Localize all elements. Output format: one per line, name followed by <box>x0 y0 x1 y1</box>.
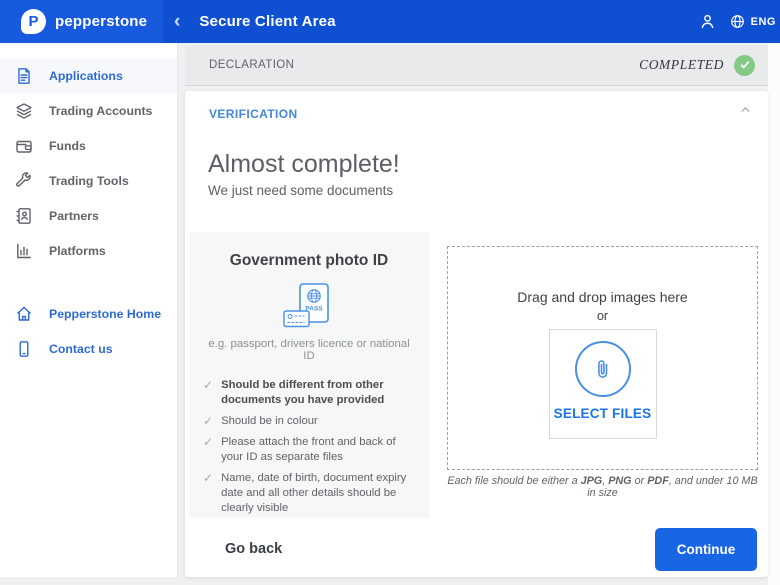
back-icon[interactable]: ‹ <box>170 10 184 33</box>
almost-complete-heading: Almost complete! <box>208 150 400 178</box>
check-icon: ✓ <box>203 471 214 485</box>
select-files-label: SELECT FILES <box>553 406 652 421</box>
chevron-up-icon <box>741 107 750 112</box>
verification-section: VERIFICATION Almost complete! We just ne… <box>185 91 768 577</box>
file-requirements-note: Each file should be either a JPG, PNG or… <box>447 475 758 499</box>
continue-button[interactable]: Continue <box>655 528 757 571</box>
account-button[interactable] <box>698 12 717 31</box>
pepperstone-logo-icon: P <box>21 9 46 34</box>
or-text: or <box>596 309 609 323</box>
requirement-item: ✓ Should be in colour <box>203 414 318 428</box>
header-title-group: ‹ Secure Client Area <box>170 0 336 43</box>
sidebar-item-label: Applications <box>49 68 123 83</box>
sidebar-item-label: Pepperstone Home <box>49 306 162 321</box>
collapse-section-button[interactable] <box>735 99 756 125</box>
declaration-title: DECLARATION <box>209 59 295 71</box>
sidebar-item-trading-tools[interactable]: Trading Tools <box>0 163 177 198</box>
sidebar-item-platforms[interactable]: Platforms <box>0 233 177 268</box>
requirement-item: ✓ Name, date of birth, document expiry d… <box>203 471 407 514</box>
home-icon <box>17 306 31 321</box>
file-dropzone[interactable]: Drag and drop images here or SELECT FILE… <box>447 246 758 470</box>
sidebar-item-label: Platforms <box>49 243 106 258</box>
sidebar-item-funds[interactable]: Funds <box>0 128 177 163</box>
language-selector[interactable]: ENG <box>729 13 776 30</box>
check-icon: ✓ <box>203 378 214 392</box>
requirement-item: ✓ Please attach the front and back of yo… <box>203 435 396 463</box>
sidebar-item-applications[interactable]: Applications <box>0 58 177 93</box>
sidebar: Applications Trading Accounts Funds Trad… <box>0 43 178 577</box>
go-back-button[interactable]: Go back <box>225 541 282 557</box>
top-navigation-bar: P pepperstone ‹ Secure Client Area ENG <box>0 0 780 43</box>
document-example-text: e.g. passport, drivers licence or nation… <box>208 338 410 362</box>
globe-icon <box>730 15 744 28</box>
person-icon <box>701 14 714 29</box>
contact-book-icon <box>16 207 31 224</box>
sidebar-item-pepperstone-home[interactable]: Pepperstone Home <box>0 296 177 331</box>
paperclip-circle <box>574 341 631 397</box>
completed-label: COMPLETED <box>639 57 724 72</box>
sidebar-item-label: Funds <box>49 138 86 153</box>
documents-subheading: We just need some documents <box>208 183 394 198</box>
wrench-icon <box>16 171 31 187</box>
check-icon: ✓ <box>203 414 214 428</box>
pepperstone-logo[interactable]: P pepperstone <box>0 0 163 43</box>
scrollbar-track[interactable] <box>768 43 780 585</box>
drag-drop-text: Drag and drop images here <box>517 289 688 305</box>
select-files-button[interactable]: SELECT FILES <box>548 329 657 439</box>
bar-chart-icon <box>17 243 31 258</box>
sidebar-item-trading-accounts[interactable]: Trading Accounts <box>0 93 177 128</box>
sidebar-item-label: Contact us <box>49 341 113 356</box>
phone-icon <box>19 340 29 357</box>
language-label: ENG <box>750 15 776 28</box>
sidebar-item-label: Partners <box>49 208 99 223</box>
paperclip-icon <box>597 360 607 378</box>
passport-id-icon: PASS <box>281 282 337 332</box>
sidebar-item-partners[interactable]: Partners <box>0 198 177 233</box>
wallet-icon <box>16 140 32 153</box>
logo-text: pepperstone <box>55 13 148 30</box>
declaration-section-header[interactable]: DECLARATION COMPLETED <box>185 45 768 86</box>
header-actions: ENG <box>698 0 776 43</box>
layers-icon <box>16 102 32 119</box>
government-photo-id-card: Government photo ID PASS e.g. passport, … <box>189 232 429 518</box>
sidebar-item-label: Trading Tools <box>49 173 129 188</box>
completed-check-icon <box>734 54 755 76</box>
page-title: Secure Client Area <box>199 13 336 30</box>
verification-title: VERIFICATION <box>209 107 298 121</box>
document-card-title: Government photo ID <box>229 252 389 269</box>
requirement-item: ✓ Should be different from other documen… <box>203 378 385 406</box>
sidebar-footer: Pepperstone Home Contact us <box>0 296 177 366</box>
sidebar-item-contact-us[interactable]: Contact us <box>0 331 177 366</box>
declaration-status: COMPLETED <box>639 54 755 76</box>
document-icon <box>18 67 30 84</box>
check-icon: ✓ <box>203 435 214 449</box>
requirements-list: ✓ Should be different from other documen… <box>203 378 415 516</box>
page: P pepperstone ‹ Secure Client Area ENG A… <box>0 0 780 585</box>
sidebar-item-label: Trading Accounts <box>49 103 153 118</box>
